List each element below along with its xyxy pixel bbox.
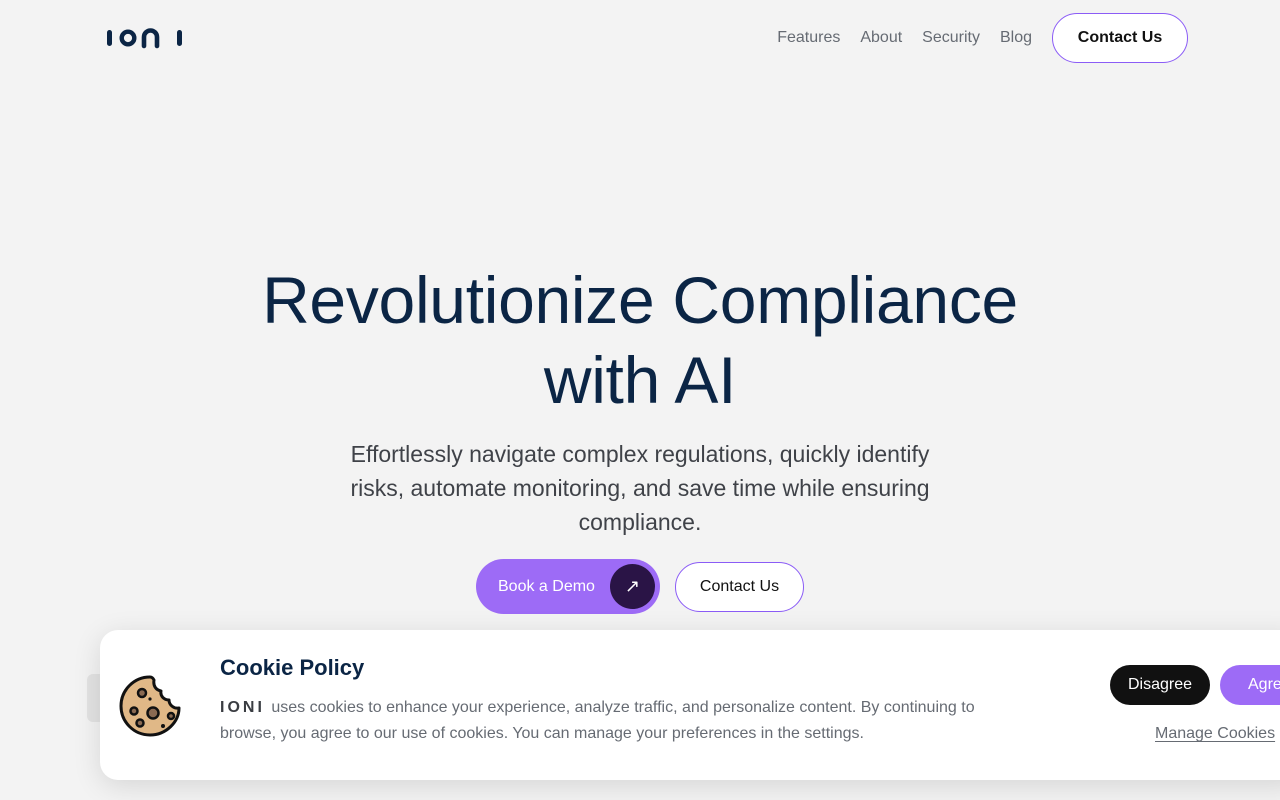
hero-title: Revolutionize Compliance with AI — [0, 260, 1280, 420]
hero-title-line1: Revolutionize Compliance — [262, 263, 1018, 337]
nav-link-features[interactable]: Features — [777, 29, 840, 47]
hero-cta-row: Book a Demo ↗ Contact Us — [476, 559, 804, 614]
disagree-button[interactable]: Disagree — [1110, 665, 1210, 705]
hero-subtitle: Effortlessly navigate complex regulation… — [350, 441, 930, 535]
agree-button[interactable]: Agree — [1220, 665, 1280, 705]
nav-link-security[interactable]: Security — [922, 29, 980, 47]
manage-cookies-link[interactable]: Manage Cookies — [1155, 725, 1275, 743]
ioni-logo-icon — [107, 28, 182, 49]
page: Features About Security Blog Contact Us … — [0, 0, 1280, 800]
hero-title-line2: with AI — [543, 343, 737, 417]
book-demo-button[interactable]: Book a Demo ↗ — [476, 559, 660, 614]
cookie-banner: Cookie Policy IONI uses cookies to enhan… — [100, 630, 1280, 780]
main-nav: Features About Security Blog Contact Us — [777, 13, 1188, 63]
book-demo-label: Book a Demo — [498, 577, 595, 595]
header-contact-button[interactable]: Contact Us — [1052, 13, 1188, 63]
site-header: Features About Security Blog Contact Us — [106, 13, 1188, 63]
cookie-icon — [118, 674, 182, 743]
cookie-text: IONI uses cookies to enhance your experi… — [220, 695, 990, 747]
nav-link-blog[interactable]: Blog — [1000, 29, 1032, 47]
cookie-brand: IONI — [220, 699, 265, 716]
cookie-title: Cookie Policy — [220, 655, 365, 680]
nav-link-about[interactable]: About — [860, 29, 902, 47]
hero-contact-button[interactable]: Contact Us — [675, 561, 804, 612]
arrow-up-right-icon: ↗ — [610, 564, 655, 609]
cookie-message: uses cookies to enhance your experience,… — [220, 699, 975, 742]
ioni-logo[interactable] — [106, 26, 184, 50]
